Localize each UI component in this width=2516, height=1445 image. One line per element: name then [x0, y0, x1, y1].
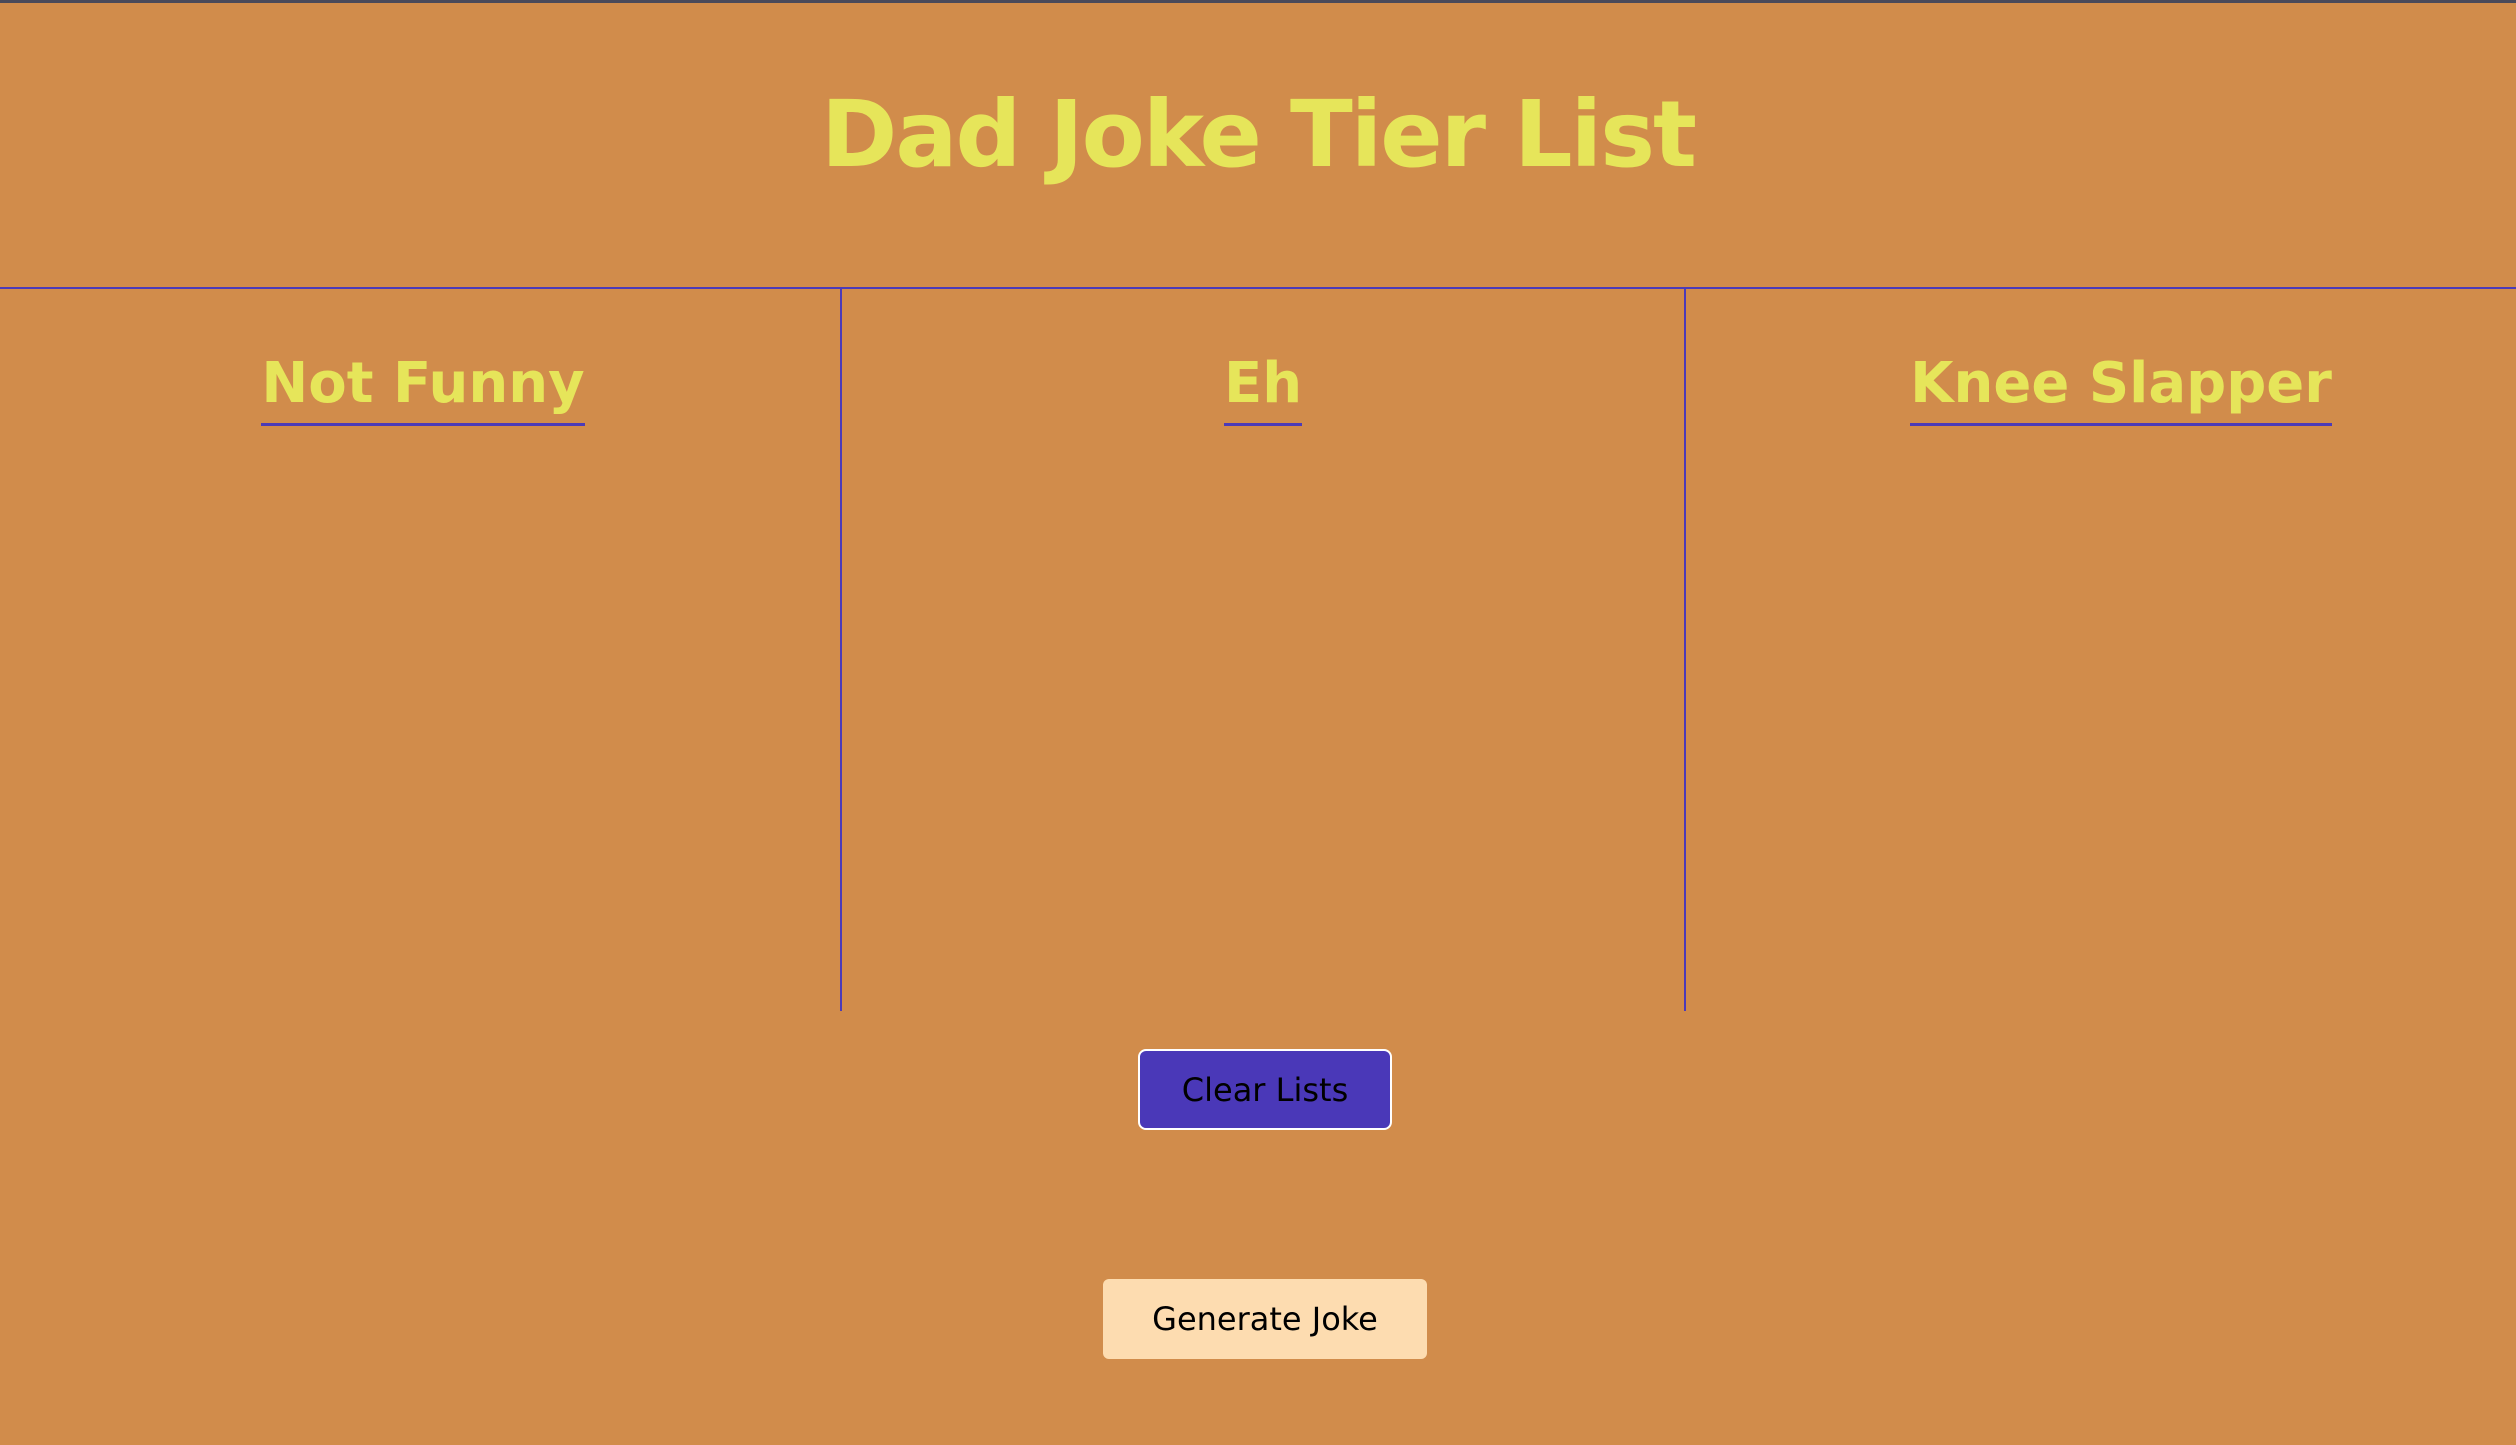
tier-column-eh[interactable]: Eh	[842, 289, 1686, 1011]
generate-joke-button[interactable]: Generate Joke	[1103, 1279, 1427, 1359]
page-header: Dad Joke Tier List	[0, 3, 2516, 289]
clear-lists-button[interactable]: Clear Lists	[1138, 1049, 1392, 1130]
joke-drop-zone[interactable]	[862, 459, 1664, 991]
tier-heading: Not Funny	[6, 353, 840, 426]
tier-heading: Knee Slapper	[1726, 353, 2516, 426]
tier-heading: Eh	[842, 353, 1684, 426]
tier-heading-label: Eh	[1223, 353, 1303, 426]
tier-column-not-funny[interactable]: Not Funny	[0, 289, 842, 1011]
joke-drop-zone[interactable]	[1706, 459, 2496, 991]
tier-column-knee-slapper[interactable]: Knee Slapper	[1686, 289, 2516, 1011]
tier-heading-label: Knee Slapper	[1910, 353, 2332, 426]
joke-drop-zone[interactable]	[20, 459, 820, 991]
tier-columns: Not Funny Eh Knee Slapper	[0, 289, 2516, 1011]
page-title: Dad Joke Tier List	[821, 81, 1697, 188]
tier-heading-label: Not Funny	[261, 353, 585, 426]
